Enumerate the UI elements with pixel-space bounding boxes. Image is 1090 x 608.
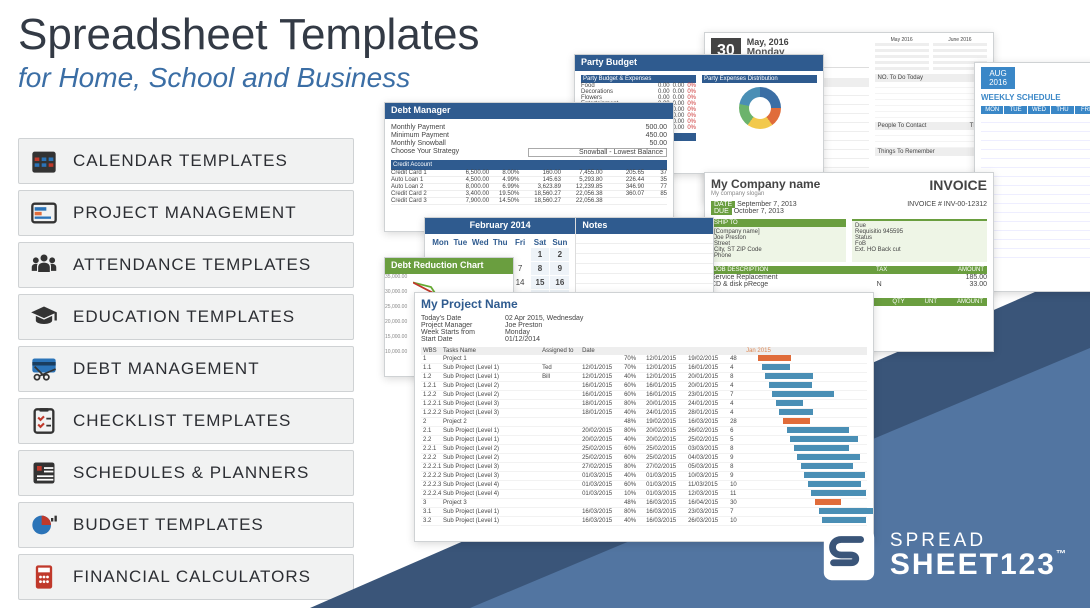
gantt-icon bbox=[29, 198, 59, 228]
nav-checklist-templates[interactable]: CHECKLIST TEMPLATES bbox=[18, 398, 354, 444]
brand-logo: SPREAD SHEET123™ bbox=[818, 524, 1068, 586]
nav-debt-management[interactable]: DEBT MANAGEMENT bbox=[18, 346, 354, 392]
nav-label: CALENDAR TEMPLATES bbox=[73, 151, 288, 171]
nav-education-templates[interactable]: EDUCATION TEMPLATES bbox=[18, 294, 354, 340]
piechart-icon bbox=[29, 510, 59, 540]
nav-label: SCHEDULES & PLANNERS bbox=[73, 463, 309, 483]
graduation-icon bbox=[29, 302, 59, 332]
nav-attendance-templates[interactable]: ATTENDANCE TEMPLATES bbox=[18, 242, 354, 288]
nav-project-management[interactable]: PROJECT MANAGEMENT bbox=[18, 190, 354, 236]
nav-label: PROJECT MANAGEMENT bbox=[73, 203, 297, 223]
logo-mark-icon bbox=[818, 524, 880, 586]
nav-label: EDUCATION TEMPLATES bbox=[73, 307, 295, 327]
nav-label: ATTENDANCE TEMPLATES bbox=[73, 255, 311, 275]
nav-budget-templates[interactable]: BUDGET TEMPLATES bbox=[18, 502, 354, 548]
nav-label: FINANCIAL CALCULATORS bbox=[73, 567, 311, 587]
template-collage: 30 May, 2016 Monday Memorial Day Week 23… bbox=[384, 32, 1074, 532]
people-icon bbox=[29, 250, 59, 280]
nav-label: BUDGET TEMPLATES bbox=[73, 515, 264, 535]
planner-icon bbox=[29, 458, 59, 488]
calendar-icon bbox=[29, 146, 59, 176]
page-subtitle: for Home, School and Business bbox=[18, 62, 410, 94]
calculator-icon bbox=[29, 562, 59, 592]
nav-label: DEBT MANAGEMENT bbox=[73, 359, 260, 379]
nav-label: CHECKLIST TEMPLATES bbox=[73, 411, 291, 431]
thumb-debt-manager: Debt Manager Monthly Payment500.00 Minim… bbox=[384, 102, 674, 232]
nav-financial-calculators[interactable]: FINANCIAL CALCULATORS bbox=[18, 554, 354, 600]
checklist-icon bbox=[29, 406, 59, 436]
donut-chart-icon bbox=[739, 87, 781, 129]
scissors-card-icon bbox=[29, 354, 59, 384]
nav-schedules-planners[interactable]: SCHEDULES & PLANNERS bbox=[18, 450, 354, 496]
thumb-project: My Project Name Today's DateProject Mana… bbox=[414, 292, 874, 542]
category-nav: CALENDAR TEMPLATES PROJECT MANAGEMENT AT… bbox=[18, 138, 354, 606]
nav-calendar-templates[interactable]: CALENDAR TEMPLATES bbox=[18, 138, 354, 184]
